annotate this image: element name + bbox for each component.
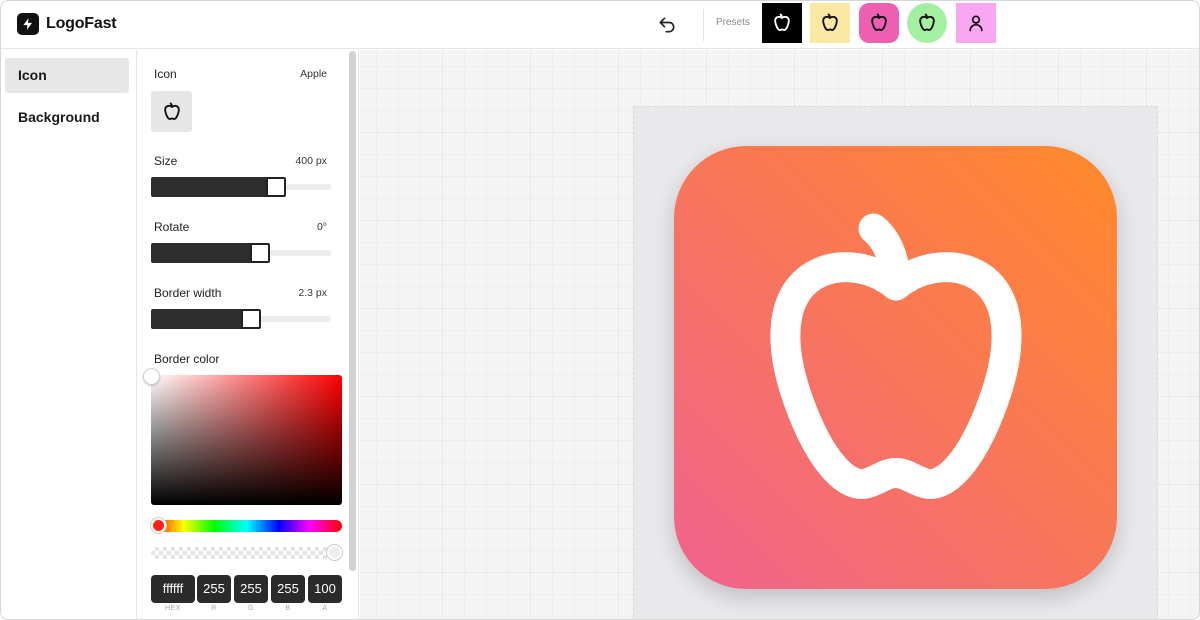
- undo-icon: [659, 17, 675, 33]
- preset-apple-pink[interactable]: [859, 3, 899, 43]
- user-icon: [969, 15, 983, 32]
- apple-icon: [822, 13, 838, 31]
- border-color-label: Border color: [154, 352, 220, 366]
- red-input[interactable]: 255: [197, 575, 231, 603]
- slider-fill: [151, 309, 251, 329]
- slider-fill: [151, 177, 276, 197]
- sidebar: Icon Background: [1, 50, 137, 619]
- top-bar: LogoFast Presets: [1, 1, 1199, 49]
- app-name: LogoFast: [46, 15, 117, 32]
- lightning-bolt-icon: [17, 13, 39, 35]
- canvas-area[interactable]: [360, 50, 1199, 619]
- apple-icon: [919, 13, 935, 31]
- saturation-handle[interactable]: [143, 368, 160, 385]
- red-caption: R: [211, 605, 217, 612]
- icon-value: Apple: [300, 68, 327, 80]
- presets-label: Presets: [716, 17, 750, 28]
- border-width-slider[interactable]: [151, 309, 331, 329]
- alpha-input[interactable]: 100: [308, 575, 342, 603]
- size-label: Size: [154, 154, 178, 168]
- border-width-label: Border width: [154, 286, 222, 300]
- slider-thumb[interactable]: [266, 177, 286, 197]
- icon-label: Icon: [154, 67, 177, 81]
- rotate-label: Rotate: [154, 220, 190, 234]
- green-input[interactable]: 255: [234, 575, 268, 603]
- preset-user-magenta[interactable]: [956, 3, 996, 43]
- preset-apple-green[interactable]: [907, 3, 947, 43]
- icon-picker-button[interactable]: [151, 91, 192, 132]
- hue-handle[interactable]: [151, 518, 166, 533]
- settings-panel: Icon Apple Size 400 px Rotate 0° Border …: [138, 50, 359, 619]
- hex-caption: HEX: [165, 605, 181, 612]
- undo-button[interactable]: [653, 11, 681, 39]
- hex-input[interactable]: ffffff: [151, 575, 195, 603]
- saturation-picker[interactable]: [151, 375, 342, 505]
- apple-icon: [774, 13, 790, 31]
- sidebar-item-icon[interactable]: Icon: [5, 58, 129, 93]
- panel-scrollbar[interactable]: [349, 51, 356, 571]
- alpha-slider[interactable]: [151, 547, 342, 559]
- green-caption: G: [248, 605, 254, 612]
- blue-caption: B: [285, 605, 291, 612]
- slider-fill: [151, 243, 260, 263]
- size-value: 400 px: [295, 155, 327, 167]
- brand[interactable]: LogoFast: [17, 13, 117, 35]
- alpha-caption: A: [322, 605, 328, 612]
- rotate-slider[interactable]: [151, 243, 331, 263]
- size-slider[interactable]: [151, 177, 331, 197]
- divider: [703, 9, 704, 41]
- alpha-handle[interactable]: [327, 545, 342, 560]
- apple-icon: [163, 102, 180, 120]
- logo-preview[interactable]: [674, 146, 1117, 589]
- blue-input[interactable]: 255: [271, 575, 305, 603]
- preset-apple-yellow[interactable]: [810, 3, 850, 43]
- rotate-value: 0°: [316, 221, 327, 233]
- slider-thumb[interactable]: [250, 243, 270, 263]
- border-width-value: 2.3 px: [298, 287, 327, 299]
- slider-thumb[interactable]: [241, 309, 261, 329]
- apple-icon: [871, 13, 887, 31]
- apple-icon: [769, 213, 1022, 499]
- preset-apple-dark[interactable]: [762, 3, 802, 43]
- hue-slider[interactable]: [151, 520, 342, 532]
- sidebar-item-background[interactable]: Background: [5, 100, 129, 135]
- app-window: LogoFast Presets Icon Background Icon Ap…: [0, 0, 1200, 620]
